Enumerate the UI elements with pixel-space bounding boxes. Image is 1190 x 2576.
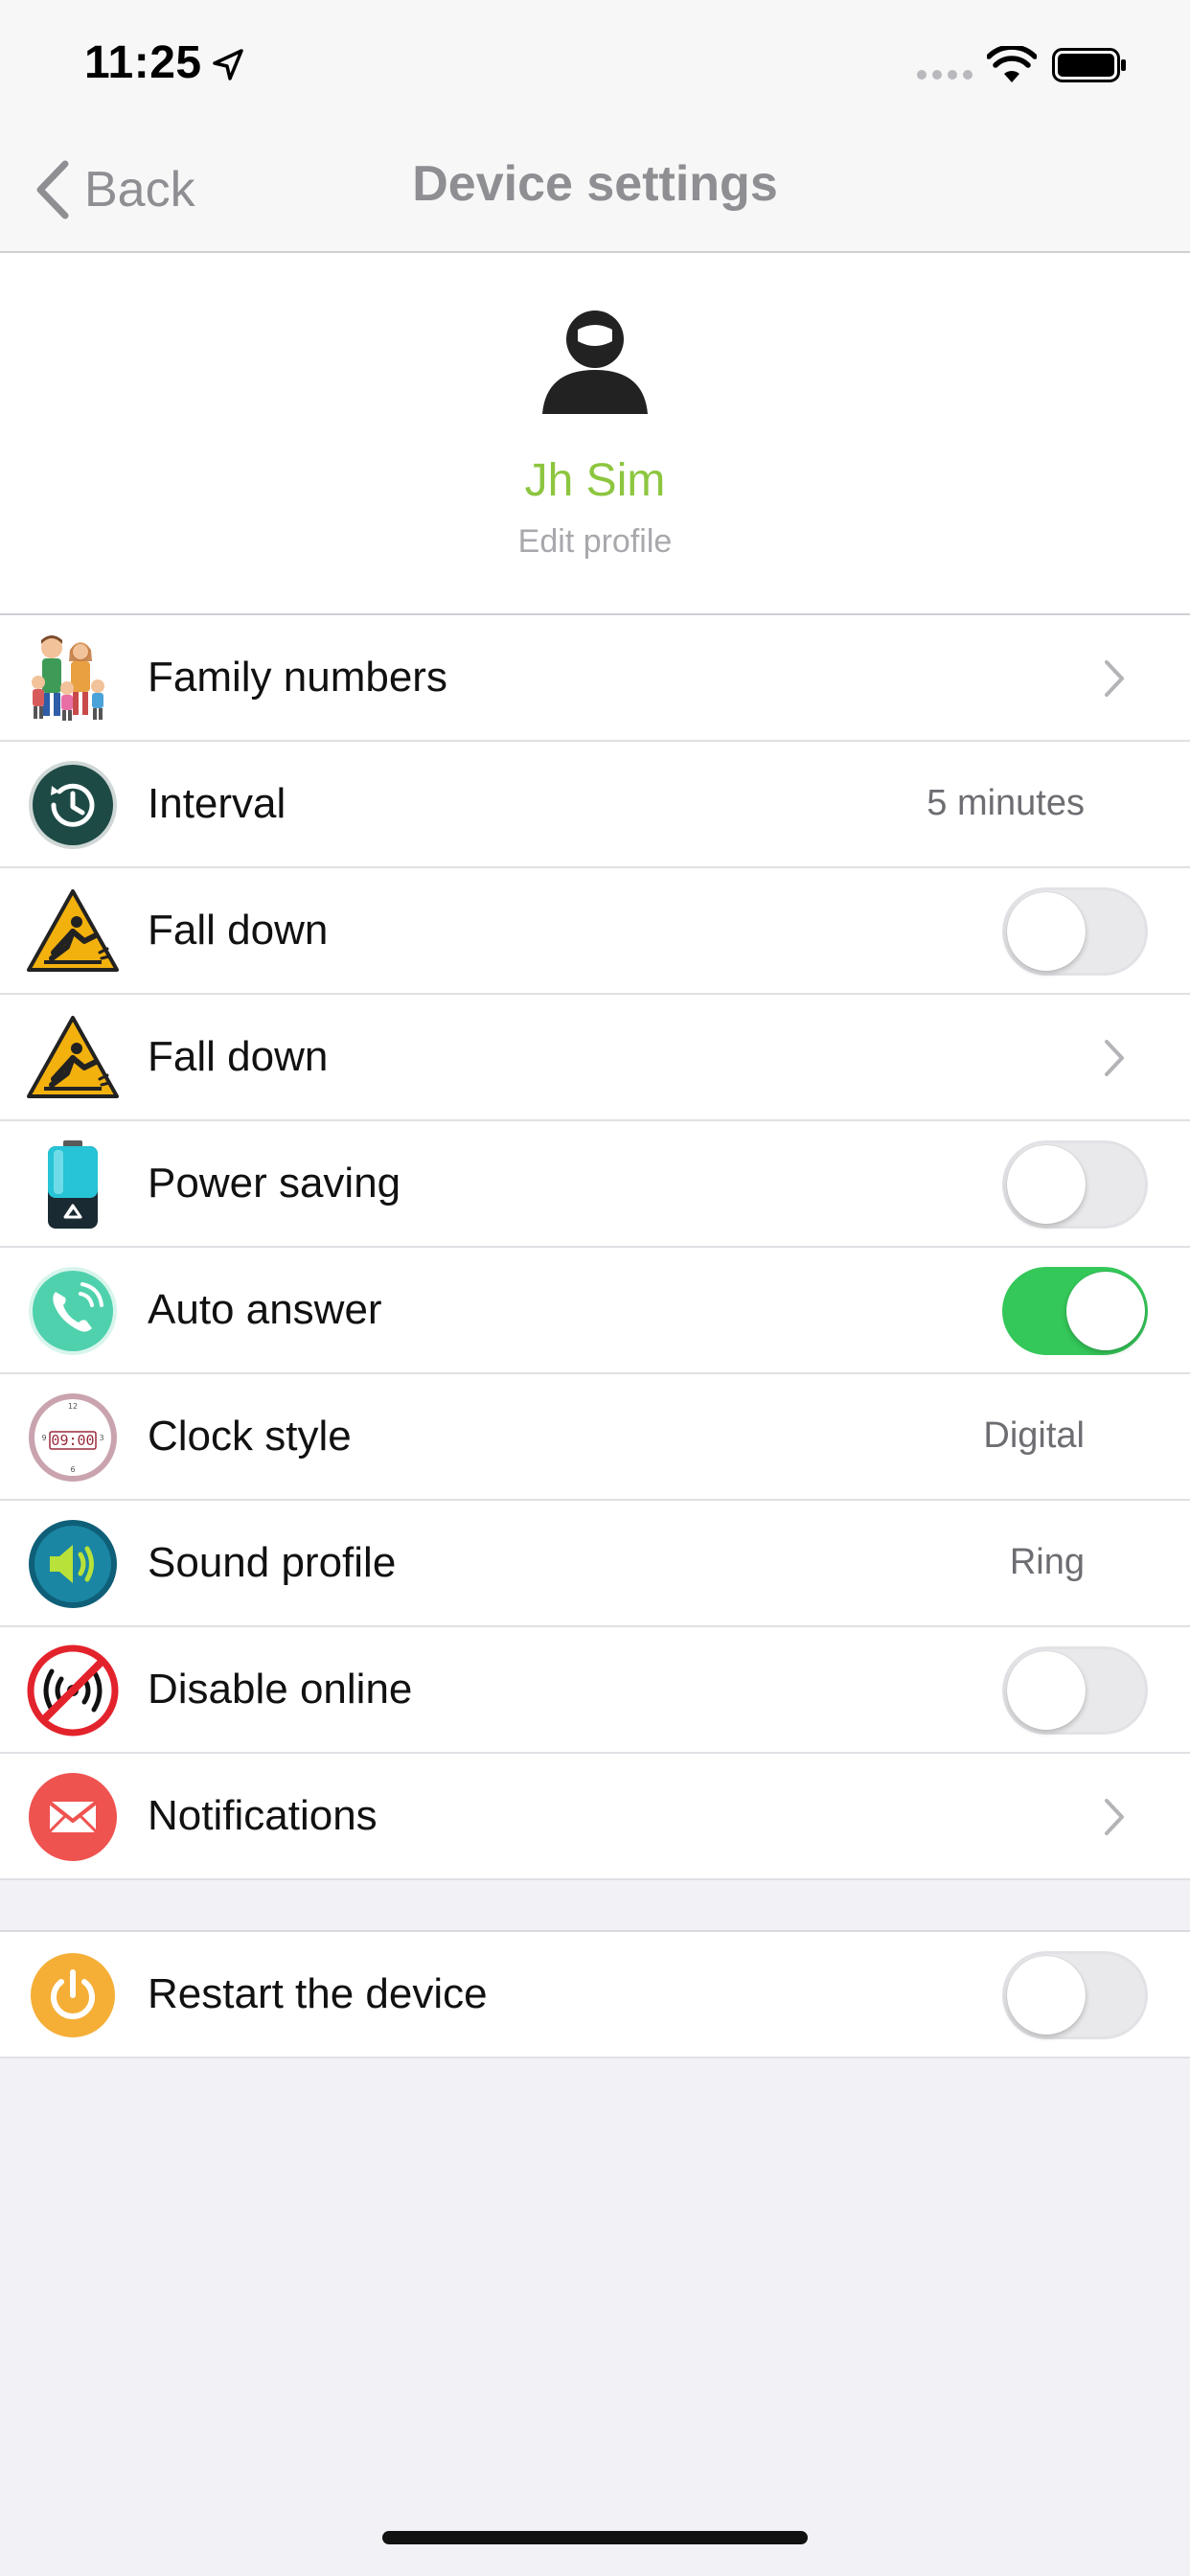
setting-label: Restart the device — [148, 1970, 488, 2017]
setting-label: Fall down — [148, 1033, 329, 1080]
svg-text:12: 12 — [68, 1402, 78, 1411]
setting-row-fall-down-toggle[interactable]: Fall down — [0, 868, 1190, 995]
toggle-knob — [1007, 1956, 1086, 2035]
setting-row-auto-answer[interactable]: Auto answer — [0, 1248, 1190, 1374]
cellular-signal-icon — [917, 70, 973, 80]
svg-text:3: 3 — [99, 1434, 103, 1442]
toggle-knob — [1007, 892, 1086, 971]
profile-header: Jh Sim Edit profile — [0, 253, 1190, 615]
settings-list: Family numbers Interval 5 minutes Fall d… — [0, 615, 1190, 1880]
clock-icon: 12 3 6 9 09:00 — [29, 1393, 117, 1482]
setting-row-restart[interactable]: Restart the device — [0, 1932, 1190, 2058]
wifi-icon — [987, 46, 1037, 82]
phone-icon — [29, 1267, 117, 1355]
no-signal-icon — [27, 1644, 119, 1736]
toggle-knob — [1007, 1145, 1086, 1224]
toggle-knob — [1066, 1272, 1145, 1350]
power-saving-toggle[interactable] — [1002, 1140, 1148, 1229]
setting-label: Power saving — [148, 1160, 401, 1207]
chevron-right-icon — [1105, 1799, 1124, 1835]
restart-toggle[interactable] — [1002, 1951, 1148, 2039]
setting-value: Ring — [1009, 1542, 1085, 1582]
chevron-right-icon — [1105, 1040, 1124, 1076]
setting-label: Clock style — [148, 1413, 352, 1460]
avatar[interactable] — [537, 301, 653, 418]
svg-text:09:00: 09:00 — [51, 1432, 94, 1449]
battery-status-icon — [1052, 48, 1126, 82]
setting-row-family-numbers[interactable]: Family numbers — [0, 615, 1190, 742]
setting-label: Auto answer — [148, 1286, 382, 1333]
speaker-icon — [29, 1520, 117, 1608]
home-indicator[interactable] — [382, 2531, 808, 2544]
svg-text:9: 9 — [41, 1434, 46, 1442]
setting-row-clock-style[interactable]: 12 3 6 9 09:00 Clock style Digital — [0, 1374, 1190, 1501]
mail-icon — [29, 1773, 117, 1861]
history-clock-icon — [29, 761, 117, 849]
auto-answer-toggle[interactable] — [1002, 1267, 1148, 1355]
setting-row-power-saving[interactable]: Power saving — [0, 1121, 1190, 1248]
setting-label: Sound profile — [148, 1539, 397, 1586]
setting-row-notifications[interactable]: Notifications — [0, 1754, 1190, 1880]
chevron-right-icon — [1105, 660, 1124, 697]
setting-row-interval[interactable]: Interval 5 minutes — [0, 742, 1190, 868]
setting-row-sound-profile[interactable]: Sound profile Ring — [0, 1501, 1190, 1627]
setting-value: Digital — [983, 1415, 1085, 1456]
edit-profile-link[interactable]: Edit profile — [0, 523, 1190, 561]
setting-value: 5 minutes — [927, 783, 1085, 823]
status-bar: 11:25 — [0, 0, 1190, 126]
fall-warning-icon — [27, 1016, 119, 1098]
navigation-bar: Back Device settings — [0, 126, 1190, 253]
setting-row-fall-down[interactable]: Fall down — [0, 995, 1190, 1121]
svg-text:6: 6 — [70, 1465, 75, 1474]
battery-icon — [48, 1140, 98, 1229]
disable-online-toggle[interactable] — [1002, 1646, 1148, 1735]
setting-label: Notifications — [148, 1792, 378, 1839]
setting-label: Fall down — [148, 907, 329, 954]
setting-label: Family numbers — [148, 654, 447, 701]
toggle-knob — [1007, 1651, 1086, 1730]
status-time: 11:25 — [84, 37, 202, 88]
location-arrow-icon — [213, 49, 243, 80]
profile-name: Jh Sim — [524, 455, 666, 506]
setting-label: Interval — [148, 780, 286, 827]
fall-down-toggle[interactable] — [1002, 887, 1148, 976]
power-icon — [31, 1953, 115, 2037]
device-settings-screen: 11:25 Back Device settings Jh Sim Edit p… — [0, 0, 1190, 2576]
setting-row-disable-online[interactable]: Disable online — [0, 1627, 1190, 1754]
family-icon — [32, 635, 104, 721]
page-title: Device settings — [412, 156, 778, 212]
setting-label: Disable online — [148, 1666, 413, 1713]
fall-warning-icon — [27, 889, 119, 972]
restart-section: Restart the device — [0, 1930, 1190, 2058]
